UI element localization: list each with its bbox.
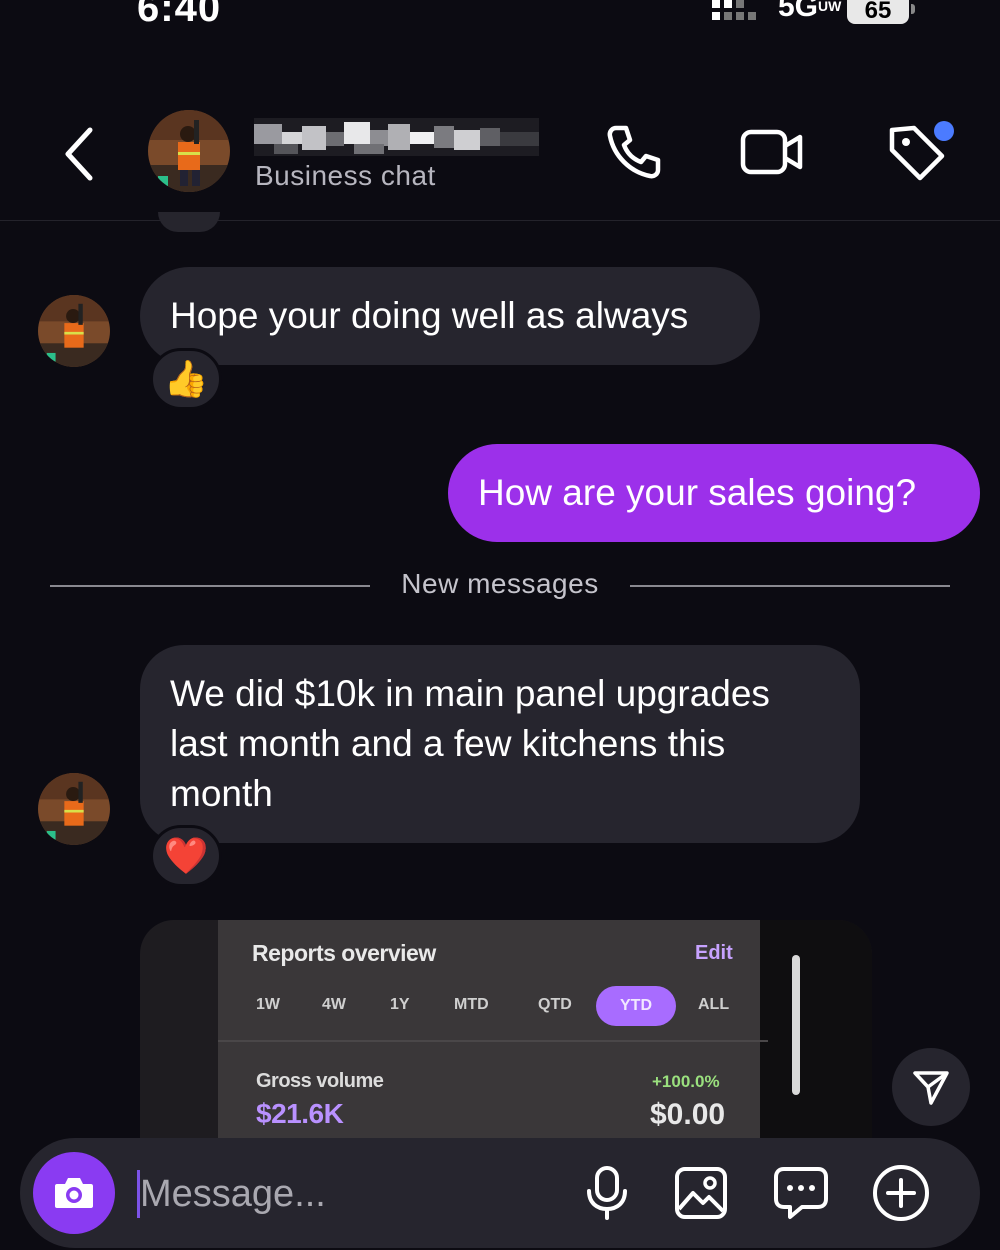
shared-screenshot[interactable]: Reports overview Edit 1W 4W 1Y MTD QTD Y… (140, 920, 872, 1150)
previous-reaction-stub (158, 212, 220, 232)
new-messages-divider: New messages (401, 568, 599, 599)
reports-edit: Edit (695, 942, 733, 964)
message-text: We did $10k in main panel upgrades last … (170, 673, 770, 814)
camera-icon (55, 1178, 93, 1208)
signal-icon (712, 0, 756, 20)
range-1w: 1W (256, 996, 280, 1013)
video-camera-icon[interactable] (740, 120, 804, 184)
camera-button[interactable] (33, 1152, 115, 1234)
gross-volume-change: +100.0% (652, 1072, 720, 1091)
more-button[interactable] (870, 1162, 932, 1224)
send-icon (913, 1071, 949, 1105)
battery-icon: 65 (847, 0, 909, 24)
notification-dot (934, 121, 954, 141)
image-icon (675, 1167, 727, 1219)
back-arrow-icon[interactable] (62, 126, 102, 182)
network-label: 5GUW (778, 0, 842, 23)
gallery-button[interactable] (670, 1162, 732, 1224)
microphone-icon (587, 1166, 627, 1220)
phone-edge (792, 955, 800, 1095)
message-text: How are your sales going? (478, 472, 917, 513)
message-text: Hope your doing well as always (170, 295, 689, 336)
thumbs-up-reaction[interactable]: 👍 (150, 348, 222, 410)
chat-bubble-icon (774, 1167, 828, 1219)
reports-title: Reports overview (252, 940, 436, 966)
screenshot-phone-side (760, 920, 872, 1150)
range-all: ALL (698, 996, 730, 1013)
contact-avatar[interactable] (148, 110, 230, 192)
microphone-button[interactable] (576, 1162, 638, 1224)
message-input[interactable] (140, 1166, 560, 1222)
range-1y: 1Y (390, 996, 410, 1013)
sticker-button[interactable] (770, 1162, 832, 1224)
chat-subtitle: Business chat (255, 160, 436, 191)
heart-reaction[interactable]: ❤️ (150, 825, 222, 887)
screenshot-divider (218, 1040, 768, 1042)
range-4w: 4W (322, 996, 346, 1013)
range-ytd-active: YTD (596, 986, 676, 1026)
gross-volume-label: Gross volume (256, 1070, 384, 1092)
gross-volume-value: $21.6K (256, 1098, 344, 1129)
battery-tip (911, 4, 915, 14)
status-time: 6:40 (137, 0, 222, 30)
plus-circle-icon (873, 1165, 929, 1221)
range-qtd: QTD (538, 996, 572, 1013)
sender-avatar[interactable] (38, 295, 110, 367)
incoming-message-bubble[interactable]: Hope your doing well as always (140, 267, 760, 365)
incoming-message-bubble[interactable]: We did $10k in main panel upgrades last … (140, 645, 860, 843)
range-mtd: MTD (454, 996, 489, 1013)
phone-icon[interactable] (602, 120, 666, 184)
compare-value: $0.00 (650, 1098, 726, 1131)
sender-avatar[interactable] (38, 773, 110, 845)
outgoing-message-bubble[interactable]: How are your sales going? (448, 444, 980, 542)
share-button[interactable] (892, 1048, 970, 1126)
contact-name-redacted (254, 118, 539, 156)
